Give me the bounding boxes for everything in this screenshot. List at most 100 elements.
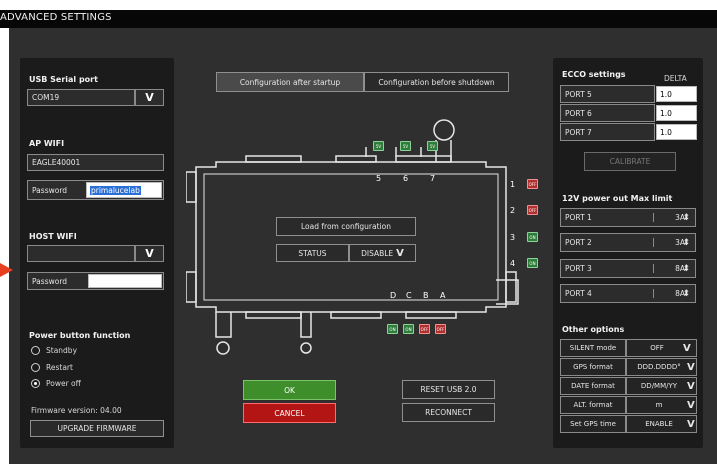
option-alt-format-value: m bbox=[655, 401, 663, 409]
ecco-port-5-label: PORT 5 bbox=[560, 85, 655, 103]
option-gps-format-label: GPS format bbox=[560, 358, 626, 376]
ecco-port-5-input[interactable]: 1.0 bbox=[656, 86, 697, 102]
host-ssid-select[interactable] bbox=[27, 245, 135, 262]
power-port-4-select[interactable]: PORT 4 8A ⬍ bbox=[560, 284, 696, 303]
option-silent-value: OFF bbox=[650, 344, 664, 352]
option-gps-time-label: Set GPS time bbox=[560, 415, 626, 433]
port-label-a: A bbox=[440, 291, 446, 300]
host-password-label: Password bbox=[32, 276, 68, 286]
host-ssid-dropdown-button[interactable]: V bbox=[135, 245, 164, 262]
option-gps-format-select[interactable]: DDD.DDDD° V bbox=[626, 358, 697, 376]
title-bar: ADVANCED SETTINGS bbox=[0, 10, 717, 28]
radio-standby-label: Standby bbox=[46, 346, 78, 355]
status-label: STATUS bbox=[276, 244, 349, 262]
device-drawing bbox=[186, 119, 519, 355]
spinner-icon: ⬍ bbox=[682, 212, 690, 223]
power-port-3-select[interactable]: PORT 3 8A ⬍ bbox=[560, 259, 696, 278]
power-button-label: Power button function bbox=[29, 331, 131, 340]
option-date-format-value: DD/MM/YY bbox=[640, 382, 678, 390]
status-value: DISABLE bbox=[361, 248, 394, 258]
ecco-port-6-input[interactable]: 1.0 bbox=[656, 105, 697, 121]
chevron-down-icon: V bbox=[687, 418, 695, 430]
led-port-7: 5V bbox=[427, 141, 438, 151]
option-gps-time-select[interactable]: ENABLE V bbox=[626, 415, 697, 433]
power-port-1-label: PORT 1 bbox=[565, 213, 592, 222]
reset-usb-button[interactable]: RESET USB 2.0 bbox=[402, 380, 495, 399]
power-port-2-value: 3A bbox=[653, 238, 685, 247]
spinner-icon: ⬍ bbox=[682, 237, 690, 248]
load-from-configuration-button[interactable]: Load from configuration bbox=[276, 217, 416, 236]
ap-password-label: Password bbox=[32, 185, 68, 195]
ok-button[interactable]: OK bbox=[243, 380, 336, 400]
led-port-2: OFF bbox=[527, 205, 538, 215]
chevron-down-icon: V bbox=[687, 361, 695, 373]
radio-power-off[interactable] bbox=[31, 379, 40, 388]
radio-power-off-label: Power off bbox=[46, 379, 81, 388]
port-label-7: 7 bbox=[430, 174, 436, 183]
chevron-down-icon: V bbox=[145, 247, 154, 260]
port-label-1: 1 bbox=[510, 180, 516, 189]
radio-restart-label: Restart bbox=[46, 363, 73, 372]
port-label-3: 3 bbox=[510, 233, 516, 242]
ecco-port-7-label: PORT 7 bbox=[560, 123, 655, 141]
chevron-down-icon: V bbox=[687, 399, 695, 411]
tab-configuration-after-startup[interactable]: Configuration after startup bbox=[216, 72, 364, 92]
option-silent-label: SILENT mode bbox=[560, 339, 626, 357]
port-label-5: 5 bbox=[376, 174, 382, 183]
usb-port-select[interactable]: COM19 bbox=[27, 89, 135, 106]
host-password-field[interactable] bbox=[88, 274, 162, 288]
ap-password-field[interactable]: primalucelab bbox=[86, 182, 162, 198]
led-port-3: ON bbox=[527, 232, 538, 242]
power-port-2-select[interactable]: PORT 2 3A ⬍ bbox=[560, 233, 696, 252]
firmware-version: Firmware version: 04.00 bbox=[31, 406, 122, 415]
ecco-port-6-label: PORT 6 bbox=[560, 104, 655, 122]
spinner-icon: ⬍ bbox=[682, 288, 690, 299]
status-select[interactable]: DISABLE V bbox=[349, 244, 416, 262]
usb-port-dropdown-button[interactable]: V bbox=[135, 89, 164, 106]
option-date-format-label: DATE format bbox=[560, 377, 626, 395]
upgrade-firmware-button[interactable]: UPGRADE FIRMWARE bbox=[30, 420, 164, 437]
calibrate-button[interactable]: CALIBRATE bbox=[584, 152, 676, 171]
radio-standby[interactable] bbox=[31, 346, 40, 355]
led-port-b: OFF bbox=[419, 324, 430, 334]
option-date-format-select[interactable]: DD/MM/YY V bbox=[626, 377, 697, 395]
port-label-4: 4 bbox=[510, 259, 516, 268]
power-port-4-label: PORT 4 bbox=[565, 289, 592, 298]
port-label-c: C bbox=[406, 291, 412, 300]
ap-ssid-field[interactable]: EAGLE40001 bbox=[27, 154, 164, 171]
led-port-6: 5V bbox=[400, 141, 411, 151]
other-options-label: Other options bbox=[562, 325, 625, 334]
power-port-4-value: 8A bbox=[653, 289, 685, 298]
option-alt-format-label: ALT. format bbox=[560, 396, 626, 414]
option-gps-time-value: ENABLE bbox=[645, 420, 673, 428]
ecco-port-7-input[interactable]: 1.0 bbox=[656, 124, 697, 140]
option-silent-select[interactable]: OFF V bbox=[626, 339, 697, 357]
ap-wifi-label: AP WIFI bbox=[29, 139, 65, 148]
led-port-1: OFF bbox=[527, 179, 538, 189]
chevron-down-icon: V bbox=[687, 380, 695, 392]
chevron-down-icon: V bbox=[683, 342, 691, 354]
delta-label: DELTA bbox=[664, 74, 687, 83]
option-alt-format-select[interactable]: mV bbox=[626, 396, 697, 414]
port-label-2: 2 bbox=[510, 206, 516, 215]
led-port-5: 5V bbox=[373, 141, 384, 151]
led-port-a: OFF bbox=[435, 324, 446, 334]
power-port-3-label: PORT 3 bbox=[565, 264, 592, 273]
power-port-2-label: PORT 2 bbox=[565, 238, 592, 247]
radio-restart[interactable] bbox=[31, 363, 40, 372]
power-port-1-value: 3A bbox=[653, 213, 685, 222]
chevron-down-icon: V bbox=[396, 247, 404, 259]
option-gps-format-value: DDD.DDDD° bbox=[637, 363, 681, 371]
ecco-settings-label: ECCO settings bbox=[562, 70, 626, 79]
port-label-6: 6 bbox=[403, 174, 409, 183]
spinner-icon: ⬍ bbox=[682, 263, 690, 274]
tab-configuration-before-shutdown[interactable]: Configuration before shutdown bbox=[364, 72, 509, 92]
host-wifi-label: HOST WIFI bbox=[29, 232, 77, 241]
power-port-3-value: 8A bbox=[653, 264, 685, 273]
led-port-c: ON bbox=[403, 324, 414, 334]
cancel-button[interactable]: CANCEL bbox=[243, 403, 336, 423]
power-port-1-select[interactable]: PORT 1 3A ⬍ bbox=[560, 208, 696, 227]
led-port-d: ON bbox=[387, 324, 398, 334]
window-title: ADVANCED SETTINGS bbox=[0, 12, 112, 23]
reconnect-button[interactable]: RECONNECT bbox=[402, 403, 495, 422]
